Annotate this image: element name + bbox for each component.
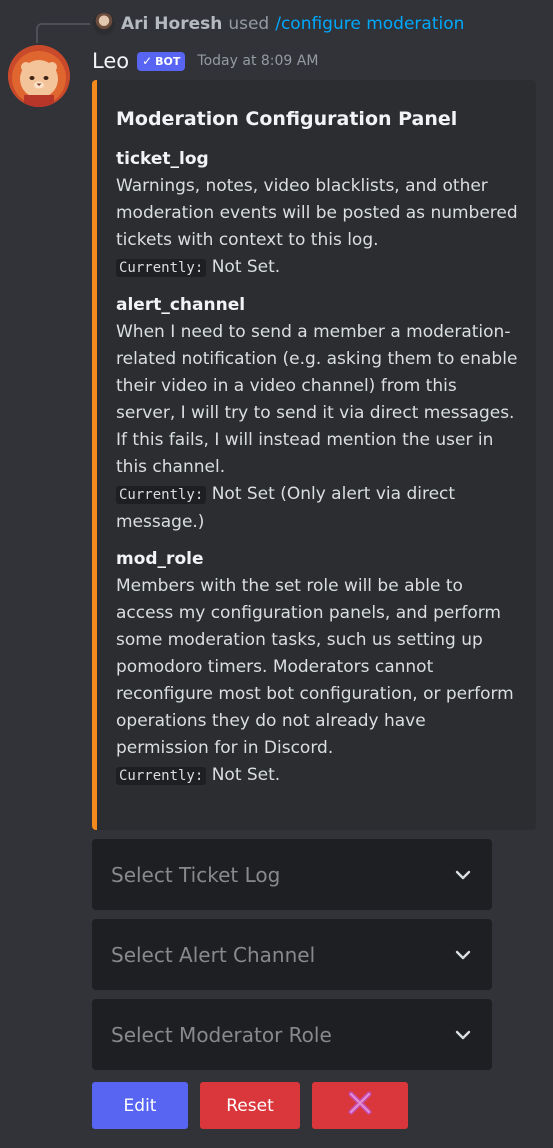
field-name: ticket_log — [116, 149, 209, 169]
close-button[interactable] — [312, 1082, 408, 1129]
bot-avatar[interactable] — [8, 45, 70, 107]
bot-badge: ✓ BOT — [137, 51, 186, 71]
currently-label: Currently: — [116, 259, 207, 277]
field-value: Members with the set role will be able t… — [116, 573, 518, 790]
embed-field-alert-channel: alert_channel When I need to send a memb… — [116, 293, 518, 536]
field-description: When I need to send a member a moderatio… — [116, 322, 518, 477]
current-value: Not Set. — [211, 257, 281, 277]
field-name: mod_role — [116, 549, 204, 569]
cross-mark-icon — [346, 1089, 374, 1122]
select-placeholder: Select Moderator Role — [111, 1022, 332, 1047]
field-description: Warnings, notes, video blacklists, and o… — [116, 176, 518, 250]
embed-field-mod-role: mod_role Members with the set role will … — [116, 547, 518, 790]
reply-connector — [36, 23, 90, 43]
edit-button[interactable]: Edit — [92, 1082, 188, 1129]
chevron-down-icon[interactable] — [453, 865, 473, 885]
embed-field-ticket-log: ticket_log Warnings, notes, video blackl… — [116, 147, 518, 282]
embed-panel: Moderation Configuration Panel ticket_lo… — [92, 80, 536, 830]
select-moderator-role[interactable]: Select Moderator Role — [92, 999, 492, 1070]
field-name: alert_channel — [116, 295, 246, 315]
currently-label: Currently: — [116, 767, 207, 785]
select-placeholder: Select Ticket Log — [111, 862, 281, 887]
bot-name[interactable]: Leo — [92, 49, 129, 73]
field-value: Warnings, notes, video blacklists, and o… — [116, 173, 518, 282]
action-buttons: Edit Reset — [92, 1082, 408, 1129]
embed-title: Moderation Configuration Panel — [116, 108, 458, 130]
reply-action-text: used — [228, 14, 270, 34]
chevron-down-icon[interactable] — [453, 945, 473, 965]
chevron-down-icon[interactable] — [453, 1025, 473, 1045]
currently-label: Currently: — [116, 486, 207, 504]
current-value: Not Set. — [211, 765, 281, 785]
message-timestamp[interactable]: Today at 8:09 AM — [197, 53, 318, 69]
reply-avatar[interactable] — [93, 13, 115, 35]
bot-badge-label: BOT — [155, 54, 181, 68]
verified-check-icon: ✓ — [142, 54, 153, 68]
field-description: Members with the set role will be able t… — [116, 576, 514, 758]
reply-command-link[interactable]: /configure moderation — [275, 14, 464, 34]
select-ticket-log[interactable]: Select Ticket Log — [92, 839, 492, 910]
message-header: Leo ✓ BOT Today at 8:09 AM — [92, 47, 318, 75]
select-alert-channel[interactable]: Select Alert Channel — [92, 919, 492, 990]
field-value: When I need to send a member a moderatio… — [116, 319, 518, 536]
select-placeholder: Select Alert Channel — [111, 942, 316, 967]
reply-user-name[interactable]: Ari Horesh — [121, 14, 222, 34]
reply-reference[interactable]: Ari Horesh used /configure moderation — [93, 12, 464, 36]
reset-button[interactable]: Reset — [200, 1082, 300, 1129]
